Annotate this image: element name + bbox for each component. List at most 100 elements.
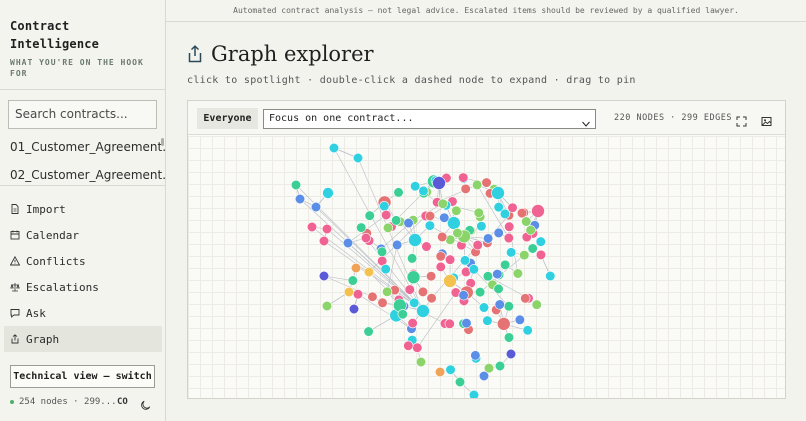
graph-node[interactable] xyxy=(406,270,421,285)
graph-node[interactable] xyxy=(474,286,486,298)
graph-node[interactable] xyxy=(407,253,418,264)
graph-node[interactable] xyxy=(380,263,391,275)
scrollbar[interactable] xyxy=(161,138,164,146)
graph-node[interactable] xyxy=(415,356,427,368)
graph-node[interactable] xyxy=(377,297,388,308)
graph-canvas[interactable] xyxy=(188,136,785,398)
contract-item[interactable]: 02_Customer_Agreement... xyxy=(0,164,166,192)
graph-node[interactable] xyxy=(318,270,330,282)
graph-node[interactable] xyxy=(434,366,446,378)
graph-node[interactable] xyxy=(347,275,358,286)
graph-node[interactable] xyxy=(506,247,517,258)
graph-node[interactable] xyxy=(494,299,505,310)
graph-node[interactable] xyxy=(514,314,525,325)
graph-node[interactable] xyxy=(407,318,418,329)
everyone-button[interactable]: Everyone xyxy=(197,108,258,129)
sidebar-item-import[interactable]: Import xyxy=(4,196,162,222)
graph-node[interactable] xyxy=(350,262,362,274)
graph-node[interactable] xyxy=(503,232,514,244)
graph-node[interactable] xyxy=(435,261,446,272)
graph-node[interactable] xyxy=(408,233,422,247)
graph-node[interactable] xyxy=(493,227,504,239)
graph-node[interactable] xyxy=(516,207,528,219)
graph-node[interactable] xyxy=(421,241,432,252)
graph-node[interactable] xyxy=(404,284,415,295)
graph-node[interactable] xyxy=(491,186,505,200)
graph-node[interactable] xyxy=(481,177,492,188)
graph-node[interactable] xyxy=(503,332,515,343)
graph-node[interactable] xyxy=(472,240,483,251)
graph-node[interactable] xyxy=(360,232,372,244)
graph-node[interactable] xyxy=(535,249,547,260)
graph-node[interactable] xyxy=(499,208,511,220)
graph-node[interactable] xyxy=(439,212,450,223)
network-graph[interactable] xyxy=(188,136,785,398)
graph-node[interactable] xyxy=(531,299,542,310)
graph-node[interactable] xyxy=(393,187,404,198)
graph-node[interactable] xyxy=(503,301,514,312)
graph-node[interactable] xyxy=(522,325,533,336)
graph-node[interactable] xyxy=(444,254,456,265)
graph-node[interactable] xyxy=(443,274,457,288)
graph-node[interactable] xyxy=(397,309,408,320)
graph-node[interactable] xyxy=(352,289,364,300)
graph-node[interactable] xyxy=(470,350,481,361)
graph-node[interactable] xyxy=(531,204,545,218)
graph-node[interactable] xyxy=(348,303,360,315)
graph-node[interactable] xyxy=(461,318,472,329)
graph-node[interactable] xyxy=(382,286,393,297)
graph-node[interactable] xyxy=(381,209,392,221)
graph-node[interactable] xyxy=(376,246,388,257)
graph-node[interactable] xyxy=(482,315,493,326)
technical-view-button[interactable]: Technical view — switch xyxy=(10,365,155,388)
graph-node[interactable] xyxy=(452,227,463,239)
sidebar-item-ask[interactable]: Ask xyxy=(4,300,162,326)
graph-node[interactable] xyxy=(520,293,531,304)
graph-node[interactable] xyxy=(290,179,302,191)
graph-node[interactable] xyxy=(468,264,479,275)
search-input[interactable]: Search contracts... xyxy=(8,100,157,129)
sidebar-item-calendar[interactable]: Calendar xyxy=(4,222,162,248)
graph-node[interactable] xyxy=(493,283,504,294)
graph-node[interactable] xyxy=(382,222,394,233)
graph-node[interactable] xyxy=(525,225,536,236)
graph-node[interactable] xyxy=(458,172,469,183)
graph-node[interactable] xyxy=(321,300,333,312)
graph-node[interactable] xyxy=(451,205,462,216)
graph-node[interactable] xyxy=(432,176,446,190)
graph-node[interactable] xyxy=(494,360,506,372)
graph-node[interactable] xyxy=(519,250,530,261)
graph-node[interactable] xyxy=(425,271,437,282)
graph-node[interactable] xyxy=(409,297,420,308)
graph-node[interactable] xyxy=(391,215,402,226)
fullscreen-icon[interactable] xyxy=(736,112,747,127)
graph-node[interactable] xyxy=(412,342,423,353)
graph-node[interactable] xyxy=(437,198,448,209)
graph-node[interactable] xyxy=(392,239,403,250)
graph-node[interactable] xyxy=(424,220,435,231)
graph-node[interactable] xyxy=(478,370,490,382)
graph-node[interactable] xyxy=(482,271,494,282)
graph-node[interactable] xyxy=(512,268,523,279)
graph-node[interactable] xyxy=(460,183,471,194)
graph-node[interactable] xyxy=(328,142,340,154)
graph-node[interactable] xyxy=(521,216,532,227)
graph-node[interactable] xyxy=(379,201,390,212)
graph-node[interactable] xyxy=(318,235,330,247)
graph-node[interactable] xyxy=(310,201,322,213)
graph-node[interactable] xyxy=(545,270,556,282)
graph-node[interactable] xyxy=(294,193,306,205)
sidebar-item-graph[interactable]: Graph xyxy=(4,326,162,352)
moon-icon[interactable] xyxy=(140,396,152,410)
graph-node[interactable] xyxy=(418,185,429,196)
sidebar-item-escalations[interactable]: Escalations xyxy=(4,274,162,300)
sidebar-item-conflicts[interactable]: Conflicts xyxy=(4,248,162,274)
graph-node[interactable] xyxy=(435,251,446,262)
co-button[interactable]: CO xyxy=(117,397,128,407)
graph-node[interactable] xyxy=(363,326,374,337)
graph-node[interactable] xyxy=(504,221,515,232)
graph-node[interactable] xyxy=(342,237,354,249)
graph-node[interactable] xyxy=(468,389,480,398)
graph-node[interactable] xyxy=(500,259,511,270)
graph-node[interactable] xyxy=(437,231,448,243)
